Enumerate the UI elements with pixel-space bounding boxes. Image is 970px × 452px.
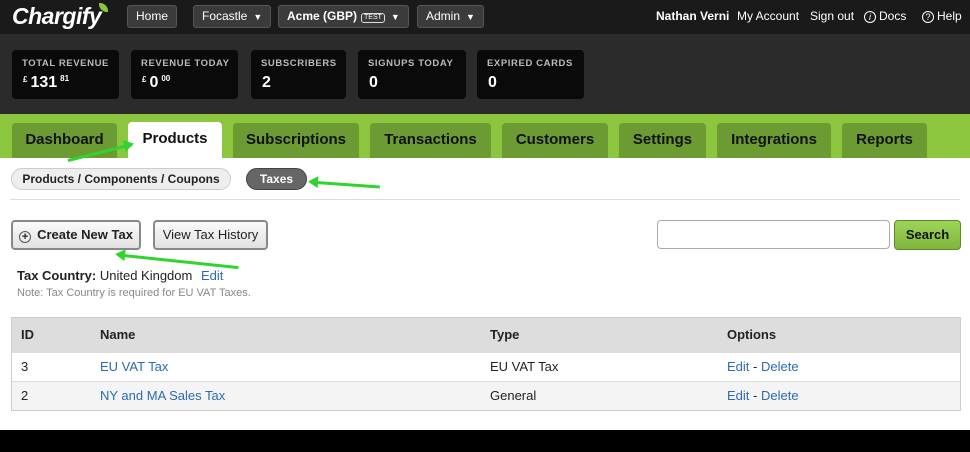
tab-integrations[interactable]: Integrations bbox=[717, 123, 831, 158]
tab-products[interactable]: Products bbox=[128, 122, 222, 158]
test-badge: TEST bbox=[361, 13, 385, 23]
stat-value: 0 bbox=[369, 74, 378, 91]
stat-value: £0 00 bbox=[142, 74, 171, 91]
tax-name-link[interactable]: NY and MA Sales Tax bbox=[100, 382, 225, 410]
search-input[interactable] bbox=[657, 220, 890, 249]
tax-country-label: Tax Country: bbox=[17, 268, 97, 283]
home-button[interactable]: Home bbox=[127, 5, 178, 28]
stats-bar: TOTAL REVENUE £131 81 REVENUE TODAY £0 00 … bbox=[0, 34, 970, 114]
tax-country-note: Note: Tax Country is required for EU VAT… bbox=[17, 287, 251, 299]
chargify-logo[interactable]: Chargify bbox=[12, 3, 110, 30]
row-type: EU VAT Tax bbox=[490, 359, 559, 374]
stat-label: TOTAL REVENUE bbox=[22, 58, 109, 69]
column-header-options: Options bbox=[727, 327, 777, 342]
sign-out-link[interactable]: Sign out bbox=[810, 9, 854, 23]
question-icon: ? bbox=[922, 11, 934, 23]
stat-revenue-today: REVENUE TODAY £0 00 bbox=[131, 50, 238, 99]
stat-value: £131 81 bbox=[23, 74, 70, 91]
delete-link[interactable]: Delete bbox=[761, 388, 799, 403]
bottom-bar bbox=[0, 430, 970, 452]
tab-subscriptions[interactable]: Subscriptions bbox=[233, 123, 359, 158]
stat-total-revenue: TOTAL REVENUE £131 81 bbox=[12, 50, 119, 99]
table-header: ID Name Type Options bbox=[12, 318, 960, 352]
row-options: Edit - Delete bbox=[727, 388, 799, 403]
stat-label: REVENUE TODAY bbox=[141, 58, 230, 69]
caret-down-icon: ▼ bbox=[390, 12, 400, 22]
table-row: 2 NY and MA Sales Tax General Edit - Del… bbox=[12, 381, 960, 410]
stat-value: 0 bbox=[488, 74, 497, 91]
my-account-link[interactable]: My Account bbox=[737, 9, 799, 23]
subtab-products-components-coupons[interactable]: Products / Components / Coupons bbox=[11, 168, 231, 190]
main-tab-bar: Dashboard Products Subscriptions Transac… bbox=[0, 114, 970, 158]
top-navigation-bar: Chargify Home Focastle ▼ Acme (GBP) TEST ▼ … bbox=[0, 0, 970, 34]
tax-name-link[interactable]: EU VAT Tax bbox=[100, 353, 168, 381]
row-type: General bbox=[490, 388, 537, 403]
row-options: Edit - Delete bbox=[727, 359, 799, 374]
edit-link[interactable]: Edit bbox=[727, 359, 749, 374]
tax-country-edit-link[interactable]: Edit bbox=[201, 268, 223, 283]
column-header-type: Type bbox=[490, 327, 520, 342]
create-new-tax-button[interactable]: + Create New Tax bbox=[11, 220, 141, 250]
delete-link[interactable]: Delete bbox=[761, 359, 799, 374]
plus-circle-icon: + bbox=[19, 231, 32, 243]
stat-expired-cards: EXPIRED CARDS 0 bbox=[477, 50, 584, 99]
divider bbox=[10, 199, 960, 200]
tab-transactions[interactable]: Transactions bbox=[370, 123, 491, 158]
stat-label: SIGNUPS TODAY bbox=[368, 58, 454, 69]
tab-customers[interactable]: Customers bbox=[502, 123, 608, 158]
main-content: Products / Components / Coupons Taxes + C… bbox=[0, 158, 970, 430]
caret-down-icon: ▼ bbox=[253, 12, 263, 22]
stat-signups-today: SIGNUPS TODAY 0 bbox=[358, 50, 466, 99]
column-header-name: Name bbox=[100, 327, 136, 342]
taxes-table: ID Name Type Options 3 EU VAT Tax EU VAT… bbox=[11, 317, 961, 411]
tab-settings[interactable]: Settings bbox=[619, 123, 706, 158]
help-link[interactable]: ? Help bbox=[922, 9, 962, 23]
row-id: 3 bbox=[21, 359, 29, 374]
account-switcher-dropdown[interactable]: Focastle ▼ bbox=[193, 5, 272, 28]
stat-label: SUBSCRIBERS bbox=[261, 58, 337, 69]
column-header-id: ID bbox=[21, 327, 34, 342]
view-tax-history-button[interactable]: View Tax History bbox=[153, 220, 268, 250]
info-icon: i bbox=[864, 11, 876, 23]
table-row: 3 EU VAT Tax EU VAT Tax Edit - Delete bbox=[12, 352, 960, 381]
docs-link[interactable]: i Docs bbox=[864, 9, 906, 23]
row-id: 2 bbox=[21, 388, 29, 403]
user-name: Nathan Verni bbox=[656, 9, 730, 23]
site-switcher-dropdown[interactable]: Acme (GBP) TEST ▼ bbox=[278, 5, 409, 28]
admin-dropdown[interactable]: Admin ▼ bbox=[417, 5, 484, 28]
stat-label: EXPIRED CARDS bbox=[487, 58, 573, 69]
edit-link[interactable]: Edit bbox=[727, 388, 749, 403]
subtab-taxes[interactable]: Taxes bbox=[246, 168, 307, 190]
search-button[interactable]: Search bbox=[894, 220, 961, 250]
tax-country-value: United Kingdom bbox=[99, 268, 193, 283]
stat-subscribers: SUBSCRIBERS 2 bbox=[251, 50, 346, 99]
tab-reports[interactable]: Reports bbox=[842, 123, 927, 158]
tax-country-line: Tax Country: United Kingdom Edit bbox=[17, 268, 223, 283]
caret-down-icon: ▼ bbox=[466, 12, 475, 22]
stat-value: 2 bbox=[262, 74, 271, 91]
